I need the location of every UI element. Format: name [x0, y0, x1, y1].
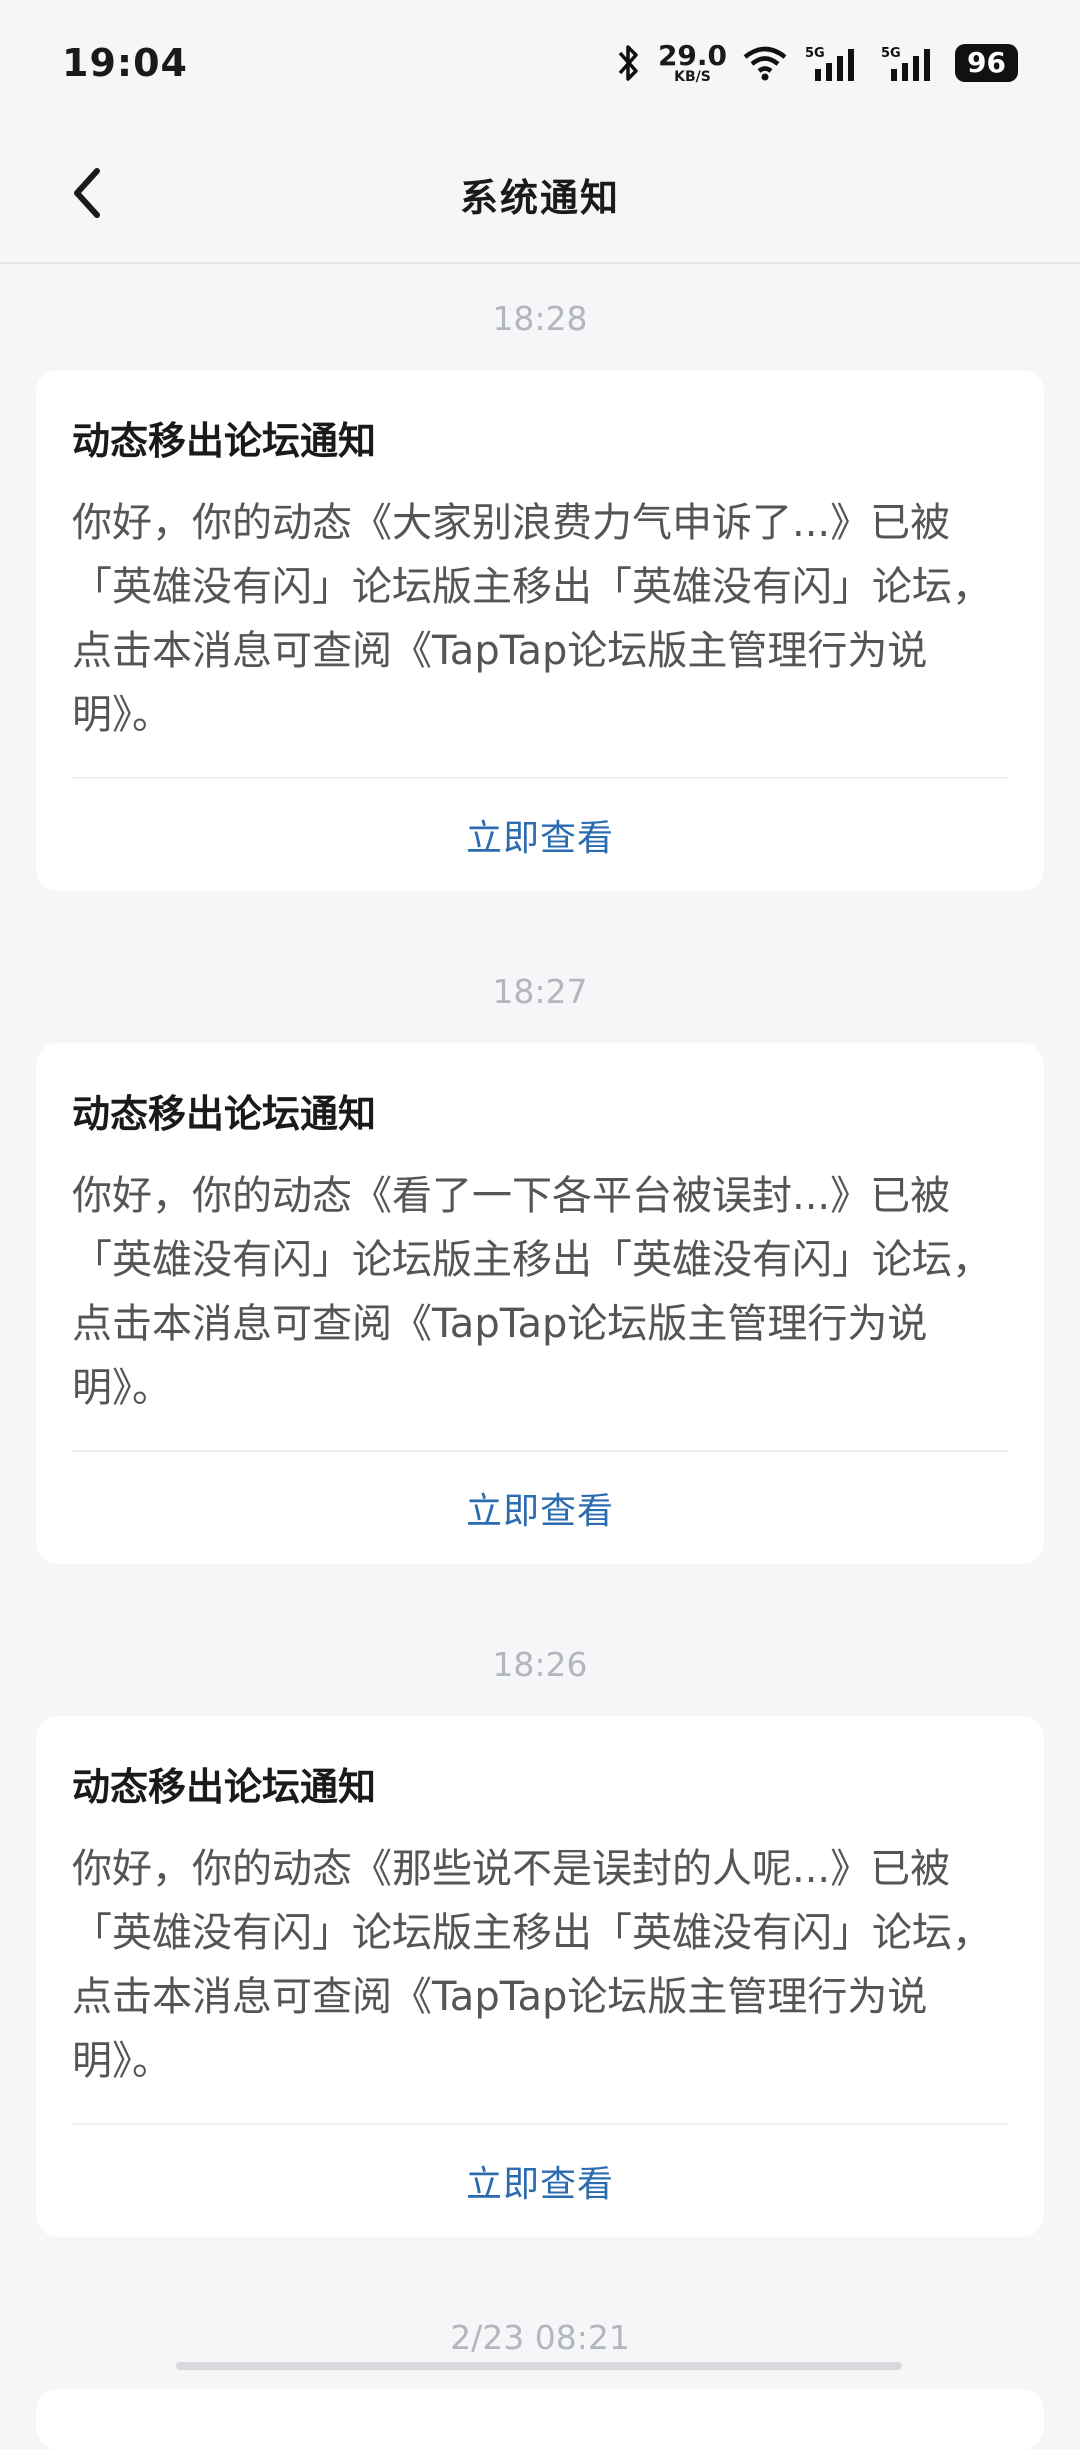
view-now-button[interactable]: 立即查看 — [72, 1452, 1008, 1564]
status-bar: 19:04 29.0 KB/S 5G 5G 96 — [0, 0, 1080, 126]
cell-signal-icon: 5G — [805, 46, 855, 81]
notification-title: 动态移出论坛通知 — [72, 419, 377, 463]
bluetooth-icon — [618, 45, 638, 81]
notification-list: 18:28 动态移出论坛通知 你好，你的动态《大家别浪费力气申诉了...》已被「… — [0, 266, 1080, 2449]
status-time: 19:04 — [62, 41, 188, 85]
notification-body: 你好，你的动态《那些说不是误封的人呢...》已被「英雄没有闪」论坛版主移出「英雄… — [72, 1846, 992, 2084]
notification-body: 你好，你的动态《看了一下各平台被误封...》已被「英雄没有闪」论坛版主移出「英雄… — [72, 1173, 992, 1411]
wifi-icon — [743, 46, 787, 81]
notification-card[interactable] — [36, 2389, 1044, 2449]
scroll-indicator — [176, 2362, 902, 2370]
notification-title: 动态移出论坛通知 — [72, 1765, 377, 1809]
signal-2-label: 5G — [881, 46, 901, 61]
notification-body: 你好，你的动态《大家别浪费力气申诉了...》已被「英雄没有闪」论坛版主移出「英雄… — [72, 500, 992, 738]
notification-card[interactable]: 动态移出论坛通知 你好，你的动态《看了一下各平台被误封...》已被「英雄没有闪」… — [36, 1043, 1044, 1564]
battery-indicator: 96 — [955, 44, 1018, 82]
time-label: 18:28 — [492, 298, 588, 338]
page-title: 系统通知 — [459, 175, 620, 220]
time-label: 2/23 08:21 — [450, 2317, 630, 2357]
signal-1-label: 5G — [805, 46, 825, 61]
status-icons: 29.0 KB/S 5G 5G 96 — [616, 42, 1018, 84]
app-header: 系统通知 — [0, 126, 1080, 264]
notification-title: 动态移出论坛通知 — [72, 1092, 377, 1136]
cell-signal-2-icon: 5G — [881, 46, 931, 81]
chevron-left-icon — [74, 168, 100, 218]
notification-card[interactable]: 动态移出论坛通知 你好，你的动态《那些说不是误封的人呢...》已被「英雄没有闪」… — [36, 1716, 1044, 2237]
net-speed: 29.0 KB/S — [657, 39, 728, 85]
view-now-button[interactable]: 立即查看 — [72, 779, 1008, 891]
back-button[interactable] — [52, 158, 122, 228]
view-now-button[interactable]: 立即查看 — [72, 2125, 1008, 2237]
notification-card[interactable]: 动态移出论坛通知 你好，你的动态《大家别浪费力气申诉了...》已被「英雄没有闪」… — [36, 370, 1044, 891]
time-label: 18:27 — [492, 971, 588, 1011]
time-label: 18:26 — [492, 1644, 588, 1684]
